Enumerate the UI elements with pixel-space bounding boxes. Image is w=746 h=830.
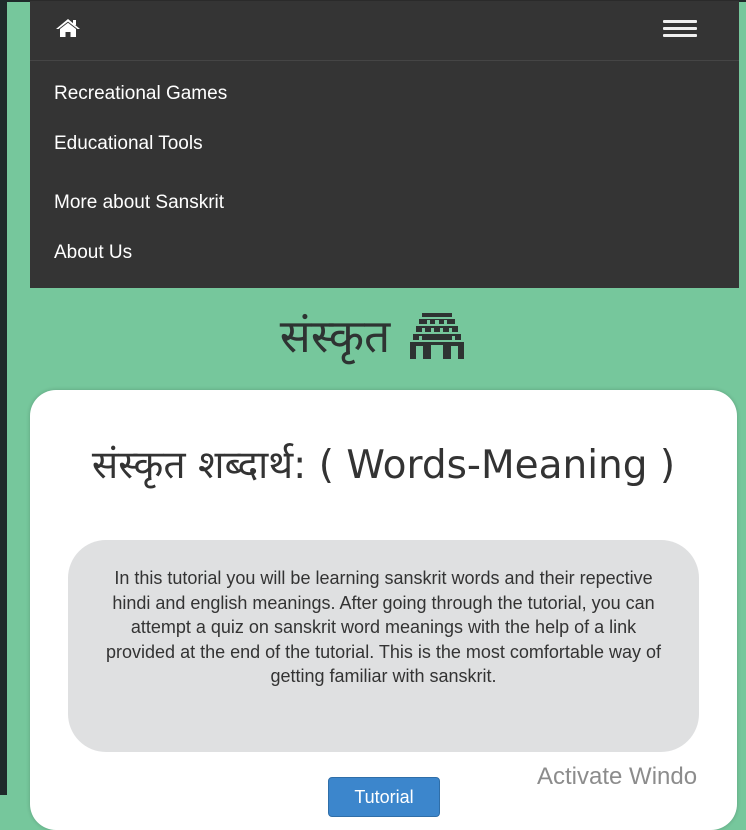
hamburger-bar	[663, 27, 697, 30]
navbar-header	[30, 1, 739, 61]
brand-title: संस्कृत	[279, 309, 391, 363]
intro-text: In this tutorial you will be learning sa…	[106, 568, 661, 687]
site-brand[interactable]: संस्कृत	[0, 307, 746, 365]
temple-icon	[410, 313, 465, 359]
nav-link-educational-tools[interactable]: Educational Tools	[54, 133, 203, 155]
nav-link-more-about-sanskrit[interactable]: More about Sanskrit	[54, 192, 224, 214]
nav-link-about-us[interactable]: About Us	[54, 242, 132, 264]
nav-link-recreational-games[interactable]: Recreational Games	[54, 83, 227, 105]
screen-left-edge	[0, 0, 7, 795]
intro-box: In this tutorial you will be learning sa…	[68, 540, 699, 752]
page-title: संस्कृत शब्दार्थ: ( Words-Meaning )	[91, 443, 676, 488]
tutorial-button[interactable]: Tutorial	[328, 777, 440, 817]
hamburger-bar	[663, 20, 697, 23]
hamburger-menu-button[interactable]	[659, 18, 699, 40]
hamburger-bar	[663, 34, 697, 37]
home-icon[interactable]	[55, 18, 81, 38]
navbar: Recreational Games Educational Tools Mor…	[30, 0, 739, 288]
activate-windows-watermark: Activate Windo	[537, 763, 698, 790]
